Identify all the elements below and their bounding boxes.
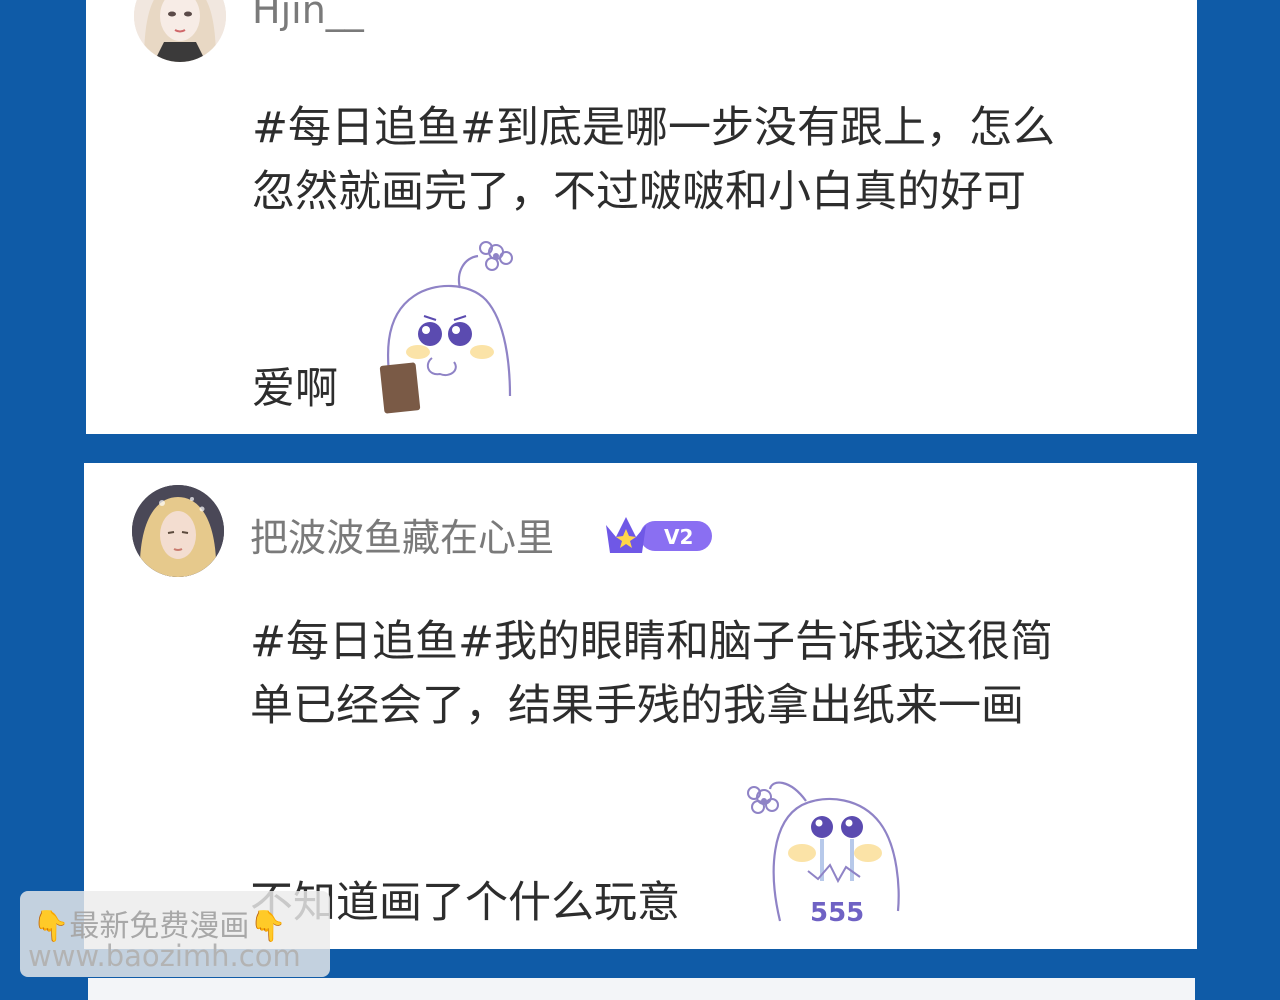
sticker-caption: 555 (810, 898, 864, 928)
next-comment-card (88, 978, 1195, 1000)
comment-card: 把波波鱼藏在心里 V2 #每日追鱼#我的眼睛和脑子告诉我这很简 单已经会了，结果… (84, 463, 1197, 949)
crying-ghost-flower-sticker: 555 (747, 781, 900, 928)
username[interactable]: 把波波鱼藏在心里 (250, 507, 554, 562)
watermark-url[interactable]: www.baozimh.com (28, 939, 301, 973)
watermark-banner[interactable]: 👇最新免费漫画👇 www.baozimh.com (20, 891, 330, 977)
username[interactable]: Hjin__ (252, 0, 364, 32)
vip-level-badge: V2 (606, 517, 712, 553)
user-avatar[interactable] (134, 0, 226, 62)
avatar-image (132, 485, 224, 577)
comment-card: Hjin__ #每日追鱼#到底是哪一步没有跟上，怎么 忽然就画完了，不过啵啵和小… (86, 0, 1197, 434)
avatar-image (134, 0, 226, 62)
comment-text-line: 忽然就画完了，不过啵啵和小白真的好可 (252, 167, 1026, 217)
comment-text-line: #每日追鱼#到底是哪一步没有跟上，怎么 (252, 103, 1056, 153)
crying-ghost-holding-tablet-sticker (379, 241, 513, 414)
user-avatar[interactable] (132, 485, 224, 577)
comment-text-line: #每日追鱼#我的眼睛和脑子告诉我这很简 (250, 617, 1054, 667)
comment-text-line: 单已经会了，结果手残的我拿出纸来一画 (250, 681, 1024, 731)
badge-label: V2 (664, 525, 693, 549)
comment-text-line: 爱啊 (252, 364, 338, 414)
